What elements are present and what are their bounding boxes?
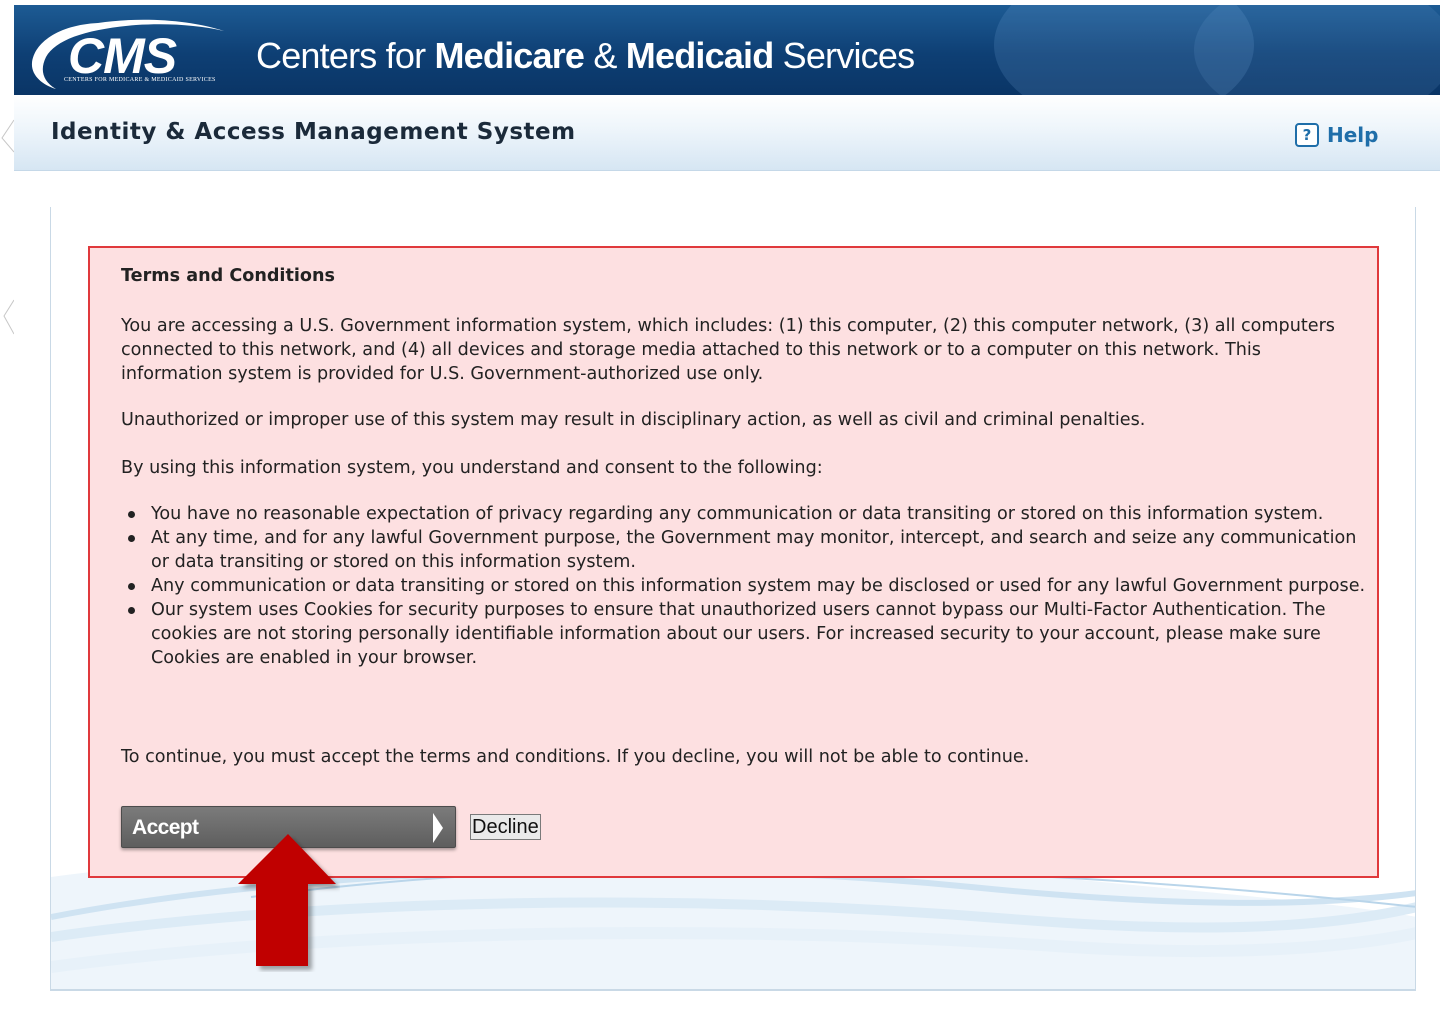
help-label[interactable]: Help [1327, 123, 1378, 147]
red-up-arrow-icon [238, 834, 336, 966]
list-item-text: Any communication or data transiting or … [151, 576, 1366, 596]
bullet-icon [128, 607, 135, 614]
terms-paragraph-2: Unauthorized or improper use of this sys… [121, 410, 1146, 430]
decline-button[interactable]: Decline [470, 814, 541, 840]
list-item: Our system uses Cookies for security pur… [121, 598, 1371, 670]
list-item-text: At any time, and for any lawful Governme… [151, 528, 1357, 572]
cms-logo-subtext: CENTERS FOR MEDICARE & MEDICAID SERVICES [64, 77, 216, 83]
terms-bullet-list: You have no reasonable expectation of pr… [121, 502, 1371, 670]
left-edge-decoration [0, 0, 14, 1025]
terms-heading: Terms and Conditions [121, 266, 335, 286]
terms-paragraph-1: You are accessing a U.S. Government info… [121, 316, 1335, 384]
terms-paragraph-3: By using this information system, you un… [121, 458, 823, 478]
bullet-icon [128, 511, 135, 518]
bullet-icon [128, 535, 135, 542]
terms-paragraph-4: To continue, you must accept the terms a… [121, 747, 1030, 767]
app-title-bar: Identity & Access Management System ? He… [14, 95, 1440, 171]
chevron-right-icon [433, 813, 443, 843]
org-name-suffix: Services [773, 35, 915, 76]
org-name-prefix: Centers for [256, 35, 435, 76]
org-name-medicare: Medicare [434, 35, 585, 76]
bullet-icon [128, 583, 135, 590]
org-name: Centers for Medicare & Medicaid Services [256, 35, 915, 77]
list-item: Any communication or data transiting or … [121, 574, 1371, 598]
list-item: At any time, and for any lawful Governme… [121, 526, 1371, 574]
list-item-text: You have no reasonable expectation of pr… [151, 504, 1324, 524]
org-name-medicaid: Medicaid [625, 35, 774, 76]
accept-button-label: Accept [132, 816, 199, 839]
help-link[interactable]: ? Help [1295, 123, 1378, 147]
list-item-text: Our system uses Cookies for security pur… [151, 600, 1326, 668]
page-title: Identity & Access Management System [51, 119, 576, 145]
list-item: You have no reasonable expectation of pr… [121, 502, 1371, 526]
org-name-amp: & [584, 35, 626, 76]
header-banner: CMS CENTERS FOR MEDICARE & MEDICAID SERV… [14, 5, 1440, 95]
terms-and-conditions-box: Terms and Conditions You are accessing a… [88, 246, 1379, 878]
cms-logo[interactable]: CMS CENTERS FOR MEDICARE & MEDICAID SERV… [28, 15, 248, 91]
help-icon[interactable]: ? [1295, 123, 1319, 147]
